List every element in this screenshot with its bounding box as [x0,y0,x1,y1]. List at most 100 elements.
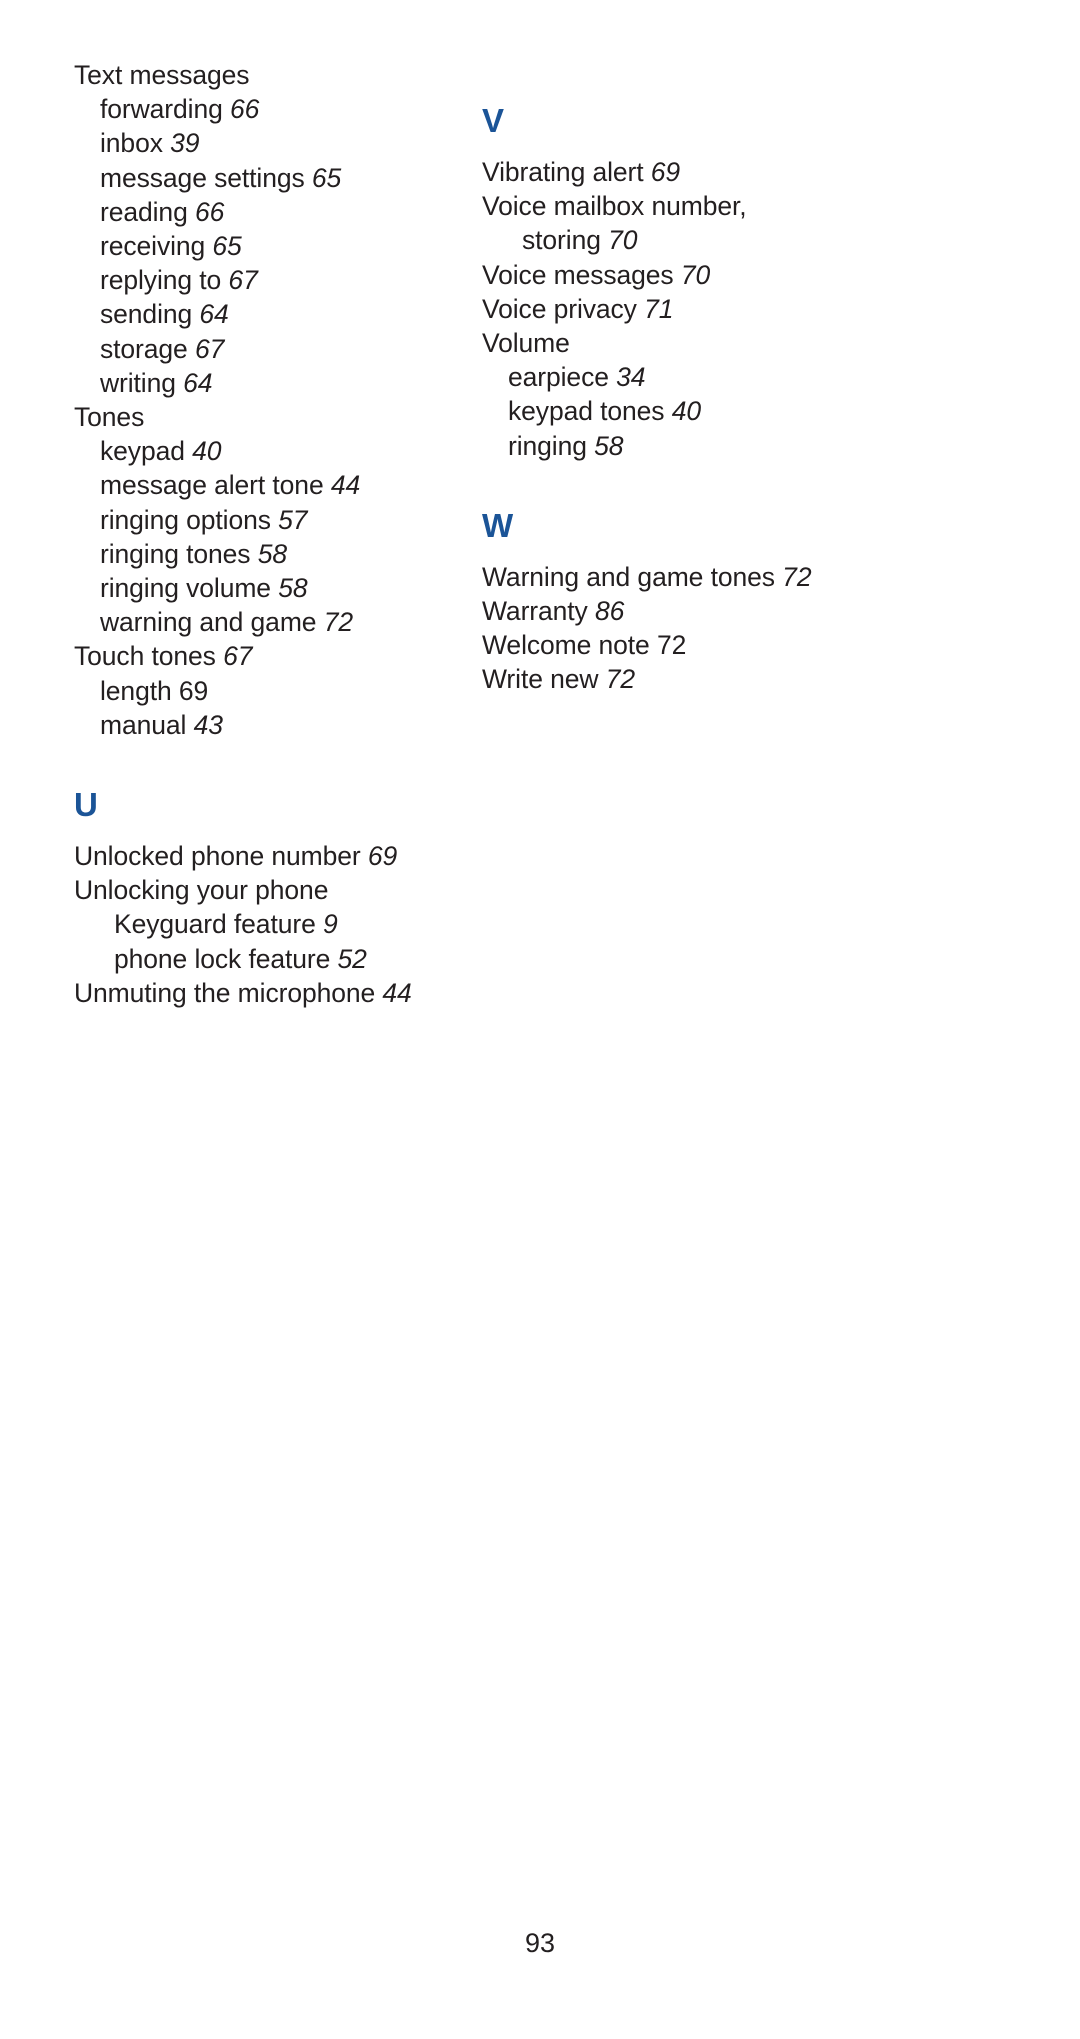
index-entry: Voice mailbox number, [482,189,862,223]
index-group-t: Text messages forwarding 66 inbox 39 messag… [74,58,454,742]
index-entry-label: keypad [100,436,185,467]
index-entry-label: Warning and game tones [482,561,775,592]
index-entry-label: sending [100,299,193,330]
index-entry-page: 72 [598,664,635,695]
index-entry-label: Voice mailbox number, [482,191,747,222]
index-entry: ringing 58 [482,429,862,463]
index-columns: Text messages forwarding 66 inbox 39 messag… [0,58,1080,1010]
index-entry-page: 39 [162,128,200,159]
index-entry: Welcome note 72 [482,628,862,662]
index-entry-label: message settings [100,162,305,193]
index-entry: Voice privacy 71 [482,292,862,326]
index-entry-page: 70 [673,259,711,290]
index-entry-label: Warranty [482,596,588,627]
index-entry-label: ringing tones [100,538,251,569]
index-entry-page: 70 [600,225,638,256]
index-entry-label: writing [100,367,176,398]
index-entry: keypad tones 40 [482,394,862,428]
index-entry-page: 69 [643,157,681,187]
index-entry: Tones [74,400,454,434]
index-entry-label: Keyguard feature [114,909,316,940]
index-group-v: V Vibrating alert 69 Voice mailbox number,… [482,104,862,463]
section-letter-w: W [482,506,514,544]
index-entry: forwarding 66 [74,92,454,126]
index-entry-label: Text messages [74,60,250,90]
index-entry-page: 64 [175,367,213,398]
index-entry-label: Voice privacy [482,293,637,324]
index-entry-label: earpiece [508,362,609,393]
index-entry-label: storage [100,333,188,364]
index-group-w: W Warning and game tones 72 Warranty 86 Wel… [482,509,862,697]
index-entry: reading 66 [74,195,454,229]
index-entry: storage 67 [74,332,454,366]
index-entry: earpiece 34 [482,360,862,394]
index-entry-label: storing [522,225,601,256]
index-entry-page: 44 [323,470,361,501]
index-entry-label: warning and game [100,607,317,638]
index-entry-page: 66 [187,196,225,227]
index-entry-page: 44 [375,977,412,1008]
index-entry-page: 57 [270,504,308,535]
index-entry-label: Unmuting the microphone [74,977,376,1008]
index-column-left: Text messages forwarding 66 inbox 39 messag… [74,58,454,1010]
index-entry: Unlocked phone number 69 [74,839,454,873]
index-group-u: U Unlocked phone number 69 Unlocking your … [74,788,454,1010]
index-entry-label: Tones [74,402,145,433]
index-entry: inbox 39 [74,126,454,160]
section-letter-u: U [74,786,99,824]
index-entry: Text messages [74,58,454,92]
section-letter-v: V [482,102,505,139]
index-entry-label: Write new [482,664,599,695]
index-entry: storing 70 [482,223,862,257]
index-entry-page: 9 [315,909,338,940]
index-entry-label: Voice messages [482,259,674,290]
index-entry: ringing options 57 [74,503,454,537]
index-entry-page: 67 [187,333,225,364]
index-page: Text messages forwarding 66 inbox 39 messag… [0,0,1080,2039]
index-entry: message alert tone 44 [74,468,454,502]
index-entry-label: inbox [100,128,163,159]
index-entry-page: 40 [664,396,701,427]
index-entry: Unmuting the microphone 44 [74,976,454,1010]
index-entry-label: Touch tones [74,641,216,672]
index-entry-page: 65 [205,231,242,262]
index-entry: phone lock feature 52 [74,942,454,976]
index-entry-label: Unlocked phone number [74,841,361,872]
index-entry: Keyguard feature 9 [74,907,454,941]
index-entry-label: keypad tones [508,396,665,427]
index-entry-label: Vibrating alert [482,157,644,187]
index-entry: warning and game 72 [74,605,454,639]
index-entry-page: 65 [304,162,342,193]
index-entry: keypad 40 [74,434,454,468]
index-entry-label: phone lock feature [114,943,331,974]
index-entry-page: 71 [636,293,674,324]
index-entry-page: 72 [649,630,687,661]
index-entry: ringing volume 58 [74,571,454,605]
page-number: 93 [524,1928,556,1958]
index-entry-page: 34 [608,362,646,393]
index-entry: Vibrating alert 69 [482,155,862,189]
index-entry: Volume [482,326,862,360]
index-entry-label: forwarding [100,94,223,125]
index-column-right: V Vibrating alert 69 Voice mailbox number,… [482,58,862,697]
index-entry-label: Welcome note [482,630,650,661]
index-entry-label: ringing [508,430,587,461]
index-entry: Voice messages 70 [482,258,862,292]
index-entry: replying to 67 [74,263,454,297]
index-entry-page: 67 [215,641,253,672]
index-entry-page: 66 [222,94,260,125]
index-entry-label: message alert tone [100,470,324,501]
index-entry-page: 72 [774,561,812,592]
index-entry: ringing tones 58 [74,537,454,571]
index-entry: Write new 72 [482,662,862,696]
index-entry-page: 43 [186,709,223,740]
index-entry-label: Volume [482,328,570,359]
index-entry-page: 52 [330,943,367,974]
index-entry-label: Unlocking your phone [74,875,329,906]
index-entry: Unlocking your phone [74,873,454,907]
index-entry-page: 58 [250,538,287,569]
index-entry-page: 69 [171,675,209,706]
index-entry-page: 40 [184,436,222,467]
index-entry: Warning and game tones 72 [482,560,862,594]
index-entry: Touch tones 67 [74,639,454,673]
